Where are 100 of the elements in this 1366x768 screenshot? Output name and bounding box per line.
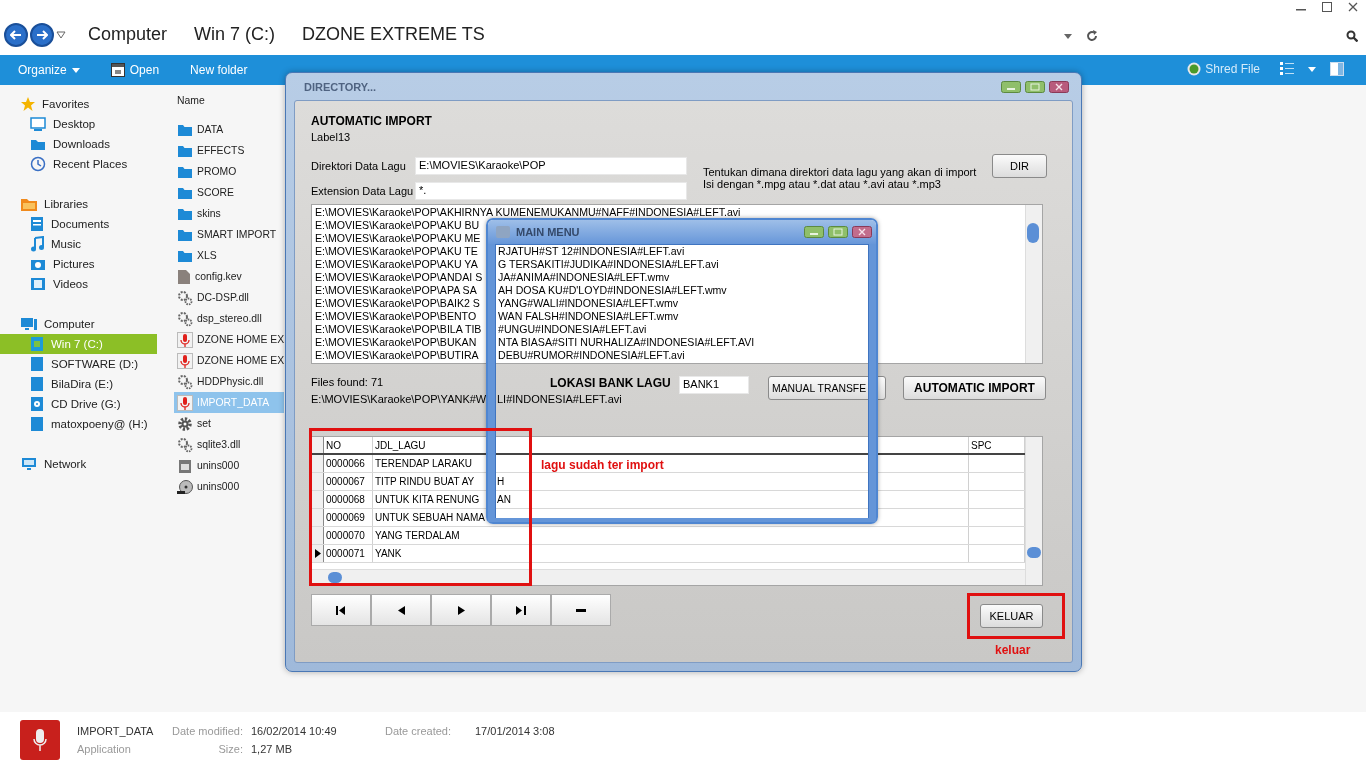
table-cell: 0000067: [324, 473, 373, 490]
table-cell-text: TITP RINDU BUAT AY: [375, 475, 476, 489]
automatic-import-button[interactable]: AUTOMATIC IMPORT: [903, 376, 1046, 400]
disc-icon: [177, 478, 193, 495]
triangle-right-icon: [457, 605, 465, 615]
breadcrumb-item[interactable]: DZONE EXTREME TS: [302, 24, 485, 45]
sidebar-group[interactable]: Computer: [0, 314, 170, 334]
arrow-left-icon: [10, 29, 22, 40]
sidebar-item[interactable]: matoxpoeny@ (H:): [0, 414, 157, 434]
maximize-icon[interactable]: [1322, 2, 1332, 12]
list-line: E:\MOVIES\Karaoke\POP\APA SA: [315, 284, 478, 297]
dir-button[interactable]: DIR: [992, 154, 1047, 178]
star-icon: [20, 96, 36, 112]
nav-button[interactable]: [491, 594, 551, 626]
table-cell: 0000066: [324, 455, 373, 472]
file-row[interactable]: dsp_stereo.dll: [174, 308, 284, 329]
row-indicator[interactable]: [312, 545, 324, 562]
triangle-right-icon: [314, 549, 321, 558]
file-row[interactable]: SCORE: [174, 182, 284, 203]
list-line: E:\MOVIES\Karaoke\POP\AKU YA: [315, 258, 479, 271]
sidebar-item[interactable]: Pictures: [0, 254, 157, 274]
file-row[interactable]: sqlite3.dll: [174, 434, 284, 455]
file-row[interactable]: DC-DSP.dll: [174, 287, 284, 308]
detail-label: Date created:: [385, 725, 452, 738]
breadcrumb-item[interactable]: Computer: [88, 24, 168, 45]
caret-down-icon[interactable]: [1308, 66, 1316, 72]
file-row[interactable]: PROMO: [174, 161, 284, 182]
sidebar-item[interactable]: Desktop: [0, 114, 157, 134]
sidebar-item[interactable]: SOFTWARE (D:): [0, 354, 157, 374]
details-view-icon[interactable]: [1280, 62, 1294, 76]
close-icon[interactable]: [1348, 2, 1358, 12]
sidebar-group[interactable]: Libraries: [0, 194, 170, 214]
input-field[interactable]: E:\MOVIES\Karaoke\POP: [415, 156, 687, 175]
column-header[interactable]: NO: [324, 437, 373, 453]
list-line: G TERSAKITI#JUDIKA#INDONESIA#LEFT.avi: [498, 258, 720, 271]
gears-icon: [177, 310, 193, 327]
minimize-icon[interactable]: [1001, 80, 1021, 93]
document-icon: [177, 268, 191, 285]
skip-last-icon: [516, 605, 526, 615]
file-row[interactable]: DATA: [174, 119, 284, 140]
scrollbar[interactable]: [312, 569, 1025, 585]
file-row[interactable]: config.kev: [174, 266, 284, 287]
sidebar-item[interactable]: BilaDira (E:): [0, 374, 157, 394]
exit-button[interactable]: KELUAR: [980, 604, 1043, 628]
file-row[interactable]: EFFECTS: [174, 140, 284, 161]
input-field[interactable]: *.: [415, 181, 687, 200]
breadcrumb-item[interactable]: Win 7 (C:): [194, 24, 276, 45]
new-folder-button[interactable]: New folder: [190, 63, 248, 77]
caret-down-icon[interactable]: [56, 30, 66, 39]
file-row[interactable]: XLS: [174, 245, 284, 266]
refresh-icon[interactable]: [1086, 30, 1098, 42]
clock-icon: [30, 156, 46, 172]
gears-icon: [177, 373, 193, 390]
folder-icon: [177, 206, 193, 221]
scrollbar[interactable]: [1025, 437, 1042, 585]
column-header[interactable]: Name: [174, 91, 284, 111]
minimize-icon[interactable]: [804, 226, 824, 238]
sidebar-item[interactable]: Videos: [0, 274, 157, 294]
field-label: Extension Data Lagu: [311, 184, 415, 197]
organize-button[interactable]: Organize: [18, 63, 80, 77]
file-row[interactable]: unins000: [174, 455, 284, 476]
file-row[interactable]: unins000: [174, 476, 284, 497]
sidebar-item[interactable]: CD Drive (G:): [0, 394, 157, 414]
nav-button[interactable]: [311, 594, 371, 626]
file-row[interactable]: set: [174, 413, 284, 434]
files-found-text: Files found: 71: [311, 376, 385, 390]
file-row[interactable]: DZONE HOME EX: [174, 350, 284, 371]
sidebar-item[interactable]: Music: [0, 234, 157, 254]
file-row[interactable]: skins: [174, 203, 284, 224]
scrollbar[interactable]: [1025, 205, 1042, 363]
close-icon[interactable]: [852, 226, 872, 238]
sidebar-item[interactable]: Recent Places: [0, 154, 157, 174]
table-cell-text: UNTUK SEBUAH NAMA: [375, 511, 486, 525]
annotation-text: keluar: [995, 643, 1031, 657]
film-icon: [30, 277, 46, 291]
caret-down-icon[interactable]: [1064, 33, 1072, 39]
file-row[interactable]: HDDPhysic.dll: [174, 371, 284, 392]
detail-label: Size:: [218, 743, 243, 756]
sidebar-group[interactable]: Network: [0, 454, 170, 474]
file-row[interactable]: DZONE HOME EX: [174, 329, 284, 350]
preview-pane-icon[interactable]: [1330, 62, 1344, 76]
file-type: Application: [77, 743, 131, 756]
list-line: E:\MOVIES\Karaoke\POP\AKU TE: [315, 245, 479, 258]
drive-icon: [30, 416, 44, 432]
input-field[interactable]: BANK1: [679, 376, 749, 394]
open-button[interactable]: Open: [110, 63, 160, 77]
sidebar-item[interactable]: Documents: [0, 214, 157, 234]
close-icon[interactable]: [1049, 80, 1069, 93]
table-cell-text: UNTUK KITA RENUNG: [375, 493, 481, 507]
table-cell-text: TERENDAP LARAKU: [375, 457, 474, 471]
list-line: RJATUH#ST 12#INDONESIA#LEFT.avi: [498, 245, 686, 258]
hint-text: Isi dengan *.mpg atau *.dat atau *.avi atau *.mp3: [703, 178, 942, 190]
back-button[interactable]: [4, 22, 28, 47]
manual-transfer-button[interactable]: MANUAL TRANSFE: [768, 376, 886, 400]
search-icon[interactable]: [1346, 30, 1358, 42]
sidebar-item[interactable]: Downloads: [0, 134, 157, 154]
sidebar-group[interactable]: Favorites: [0, 94, 170, 114]
forward-button[interactable]: [30, 22, 54, 47]
file-row[interactable]: SMART IMPORT: [174, 224, 284, 245]
detail-value: 17/01/2014 3:08: [475, 725, 555, 738]
